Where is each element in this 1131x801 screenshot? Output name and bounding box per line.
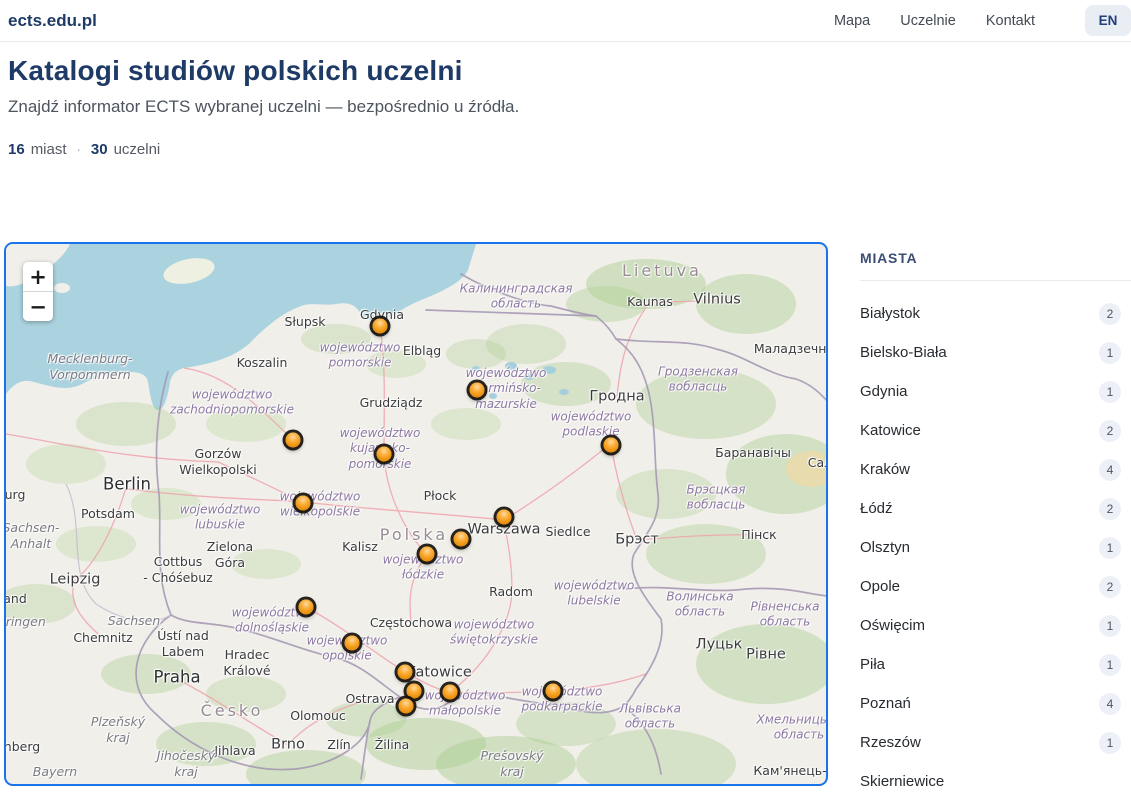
zoom-in-button[interactable]: + (23, 262, 53, 291)
city-name: Kraków (860, 461, 910, 478)
cities-label: miast (31, 141, 67, 158)
map-marker-warszawa[interactable] (497, 510, 512, 525)
city-count-badge: 1 (1099, 537, 1121, 559)
map-marker-olsztyn[interactable] (470, 383, 485, 398)
cities-sidebar: MIASTA Białystok 2 Bielsko-Biała 1 Gdynia 1 Ka… (860, 242, 1131, 778)
city-row-rzeszów[interactable]: Rzeszów 1 (860, 723, 1121, 762)
city-row-katowice[interactable]: Katowice 2 (860, 411, 1121, 450)
page-title: Katalogi studiów polskich uczelni (8, 55, 519, 87)
sidebar-divider (860, 280, 1131, 281)
city-name: Skierniewice (860, 773, 944, 790)
zoom-out-button[interactable]: − (23, 291, 53, 321)
hero-section: Katalogi studiów polskich uczelni Znajdź… (8, 41, 519, 158)
map-marker-bialystok[interactable] (604, 438, 619, 453)
city-row-bielsko-biała[interactable]: Bielsko-Biała 1 (860, 333, 1121, 372)
city-row-opole[interactable]: Opole 2 (860, 567, 1121, 606)
city-count-badge: 2 (1099, 420, 1121, 442)
nav-link-kontakt[interactable]: Kontakt (986, 13, 1035, 29)
stats-row: 16 miast · 30 uczelni (8, 141, 519, 158)
city-name: Bielsko-Biała (860, 344, 947, 361)
nav-link-mapa[interactable]: Mapa (834, 13, 870, 29)
map-marker-poznan[interactable] (296, 496, 311, 511)
sidebar-heading: MIASTA (860, 250, 1131, 266)
city-row-piła[interactable]: Piła 1 (860, 645, 1121, 684)
city-count-badge: 2 (1099, 498, 1121, 520)
city-name: Łódź (860, 500, 893, 517)
universities-label: uczelni (114, 141, 161, 158)
map-marker-oswiecim[interactable] (399, 699, 414, 714)
map-base-tiles (6, 244, 826, 784)
city-row-białystok[interactable]: Białystok 2 (860, 294, 1121, 333)
city-row-olsztyn[interactable]: Olsztyn 1 (860, 528, 1121, 567)
universities-count: 30 (91, 141, 108, 158)
stats-separator: · (73, 142, 85, 157)
city-count-badge: 1 (1099, 342, 1121, 364)
map-marker-krakow[interactable] (443, 685, 458, 700)
city-count-badge: 1 (1099, 615, 1121, 637)
brand-link[interactable]: ects.edu.pl (8, 11, 97, 31)
city-count-badge: 1 (1099, 381, 1121, 403)
city-name: Rzeszów (860, 734, 921, 751)
city-count-badge: 1 (1099, 732, 1121, 754)
city-count-badge: 4 (1099, 459, 1121, 481)
map-marker-skierniewice[interactable] (454, 532, 469, 547)
map-marker-pila[interactable] (286, 433, 301, 448)
map-zoom-control: + − (23, 262, 53, 321)
map-marker-katowice-2[interactable] (407, 684, 422, 699)
city-row-łódź[interactable]: Łódź 2 (860, 489, 1121, 528)
city-name: Białystok (860, 305, 920, 322)
city-name: Gdynia (860, 383, 908, 400)
map-marker-opole[interactable] (345, 636, 360, 651)
language-button[interactable]: EN (1085, 5, 1131, 36)
city-name: Olsztyn (860, 539, 910, 556)
city-name: Katowice (860, 422, 921, 439)
map-marker-torun[interactable] (377, 447, 392, 462)
city-count-badge: 2 (1099, 303, 1121, 325)
nav-link-uczelnie[interactable]: Uczelnie (900, 13, 956, 29)
map-panel: LietuvaPolskaČeskoSłupskKoszalinGdyniaEl… (4, 242, 828, 786)
city-list: Białystok 2 Bielsko-Biała 1 Gdynia 1 Katowice 2… (860, 294, 1131, 801)
map-marker-katowice-1[interactable] (398, 665, 413, 680)
city-row-gdynia[interactable]: Gdynia 1 (860, 372, 1121, 411)
city-count-badge: 4 (1099, 693, 1121, 715)
top-bar: ects.edu.pl Mapa Uczelnie Kontakt EN (0, 0, 1131, 42)
city-row-kraków[interactable]: Kraków 4 (860, 450, 1121, 489)
city-name: Oświęcim (860, 617, 925, 634)
city-row-poznań[interactable]: Poznań 4 (860, 684, 1121, 723)
map-marker-lodz[interactable] (420, 547, 435, 562)
city-count-badge: 1 (1099, 654, 1121, 676)
map-marker-gdynia[interactable] (373, 319, 388, 334)
city-name: Piła (860, 656, 885, 673)
city-name: Poznań (860, 695, 911, 712)
city-name: Opole (860, 578, 900, 595)
cities-count: 16 (8, 141, 25, 158)
page-subtitle: Znajdź informator ECTS wybranej uczelni … (8, 97, 519, 117)
city-row-skierniewice[interactable]: Skierniewice (860, 762, 1121, 801)
city-row-oświęcim[interactable]: Oświęcim 1 (860, 606, 1121, 645)
map-marker-wroclaw[interactable] (299, 600, 314, 615)
map-canvas[interactable]: LietuvaPolskaČeskoSłupskKoszalinGdyniaEl… (6, 244, 826, 784)
city-count-badge: 2 (1099, 576, 1121, 598)
header-nav: Mapa Uczelnie Kontakt (834, 13, 1035, 29)
map-marker-rzeszow[interactable] (546, 684, 561, 699)
